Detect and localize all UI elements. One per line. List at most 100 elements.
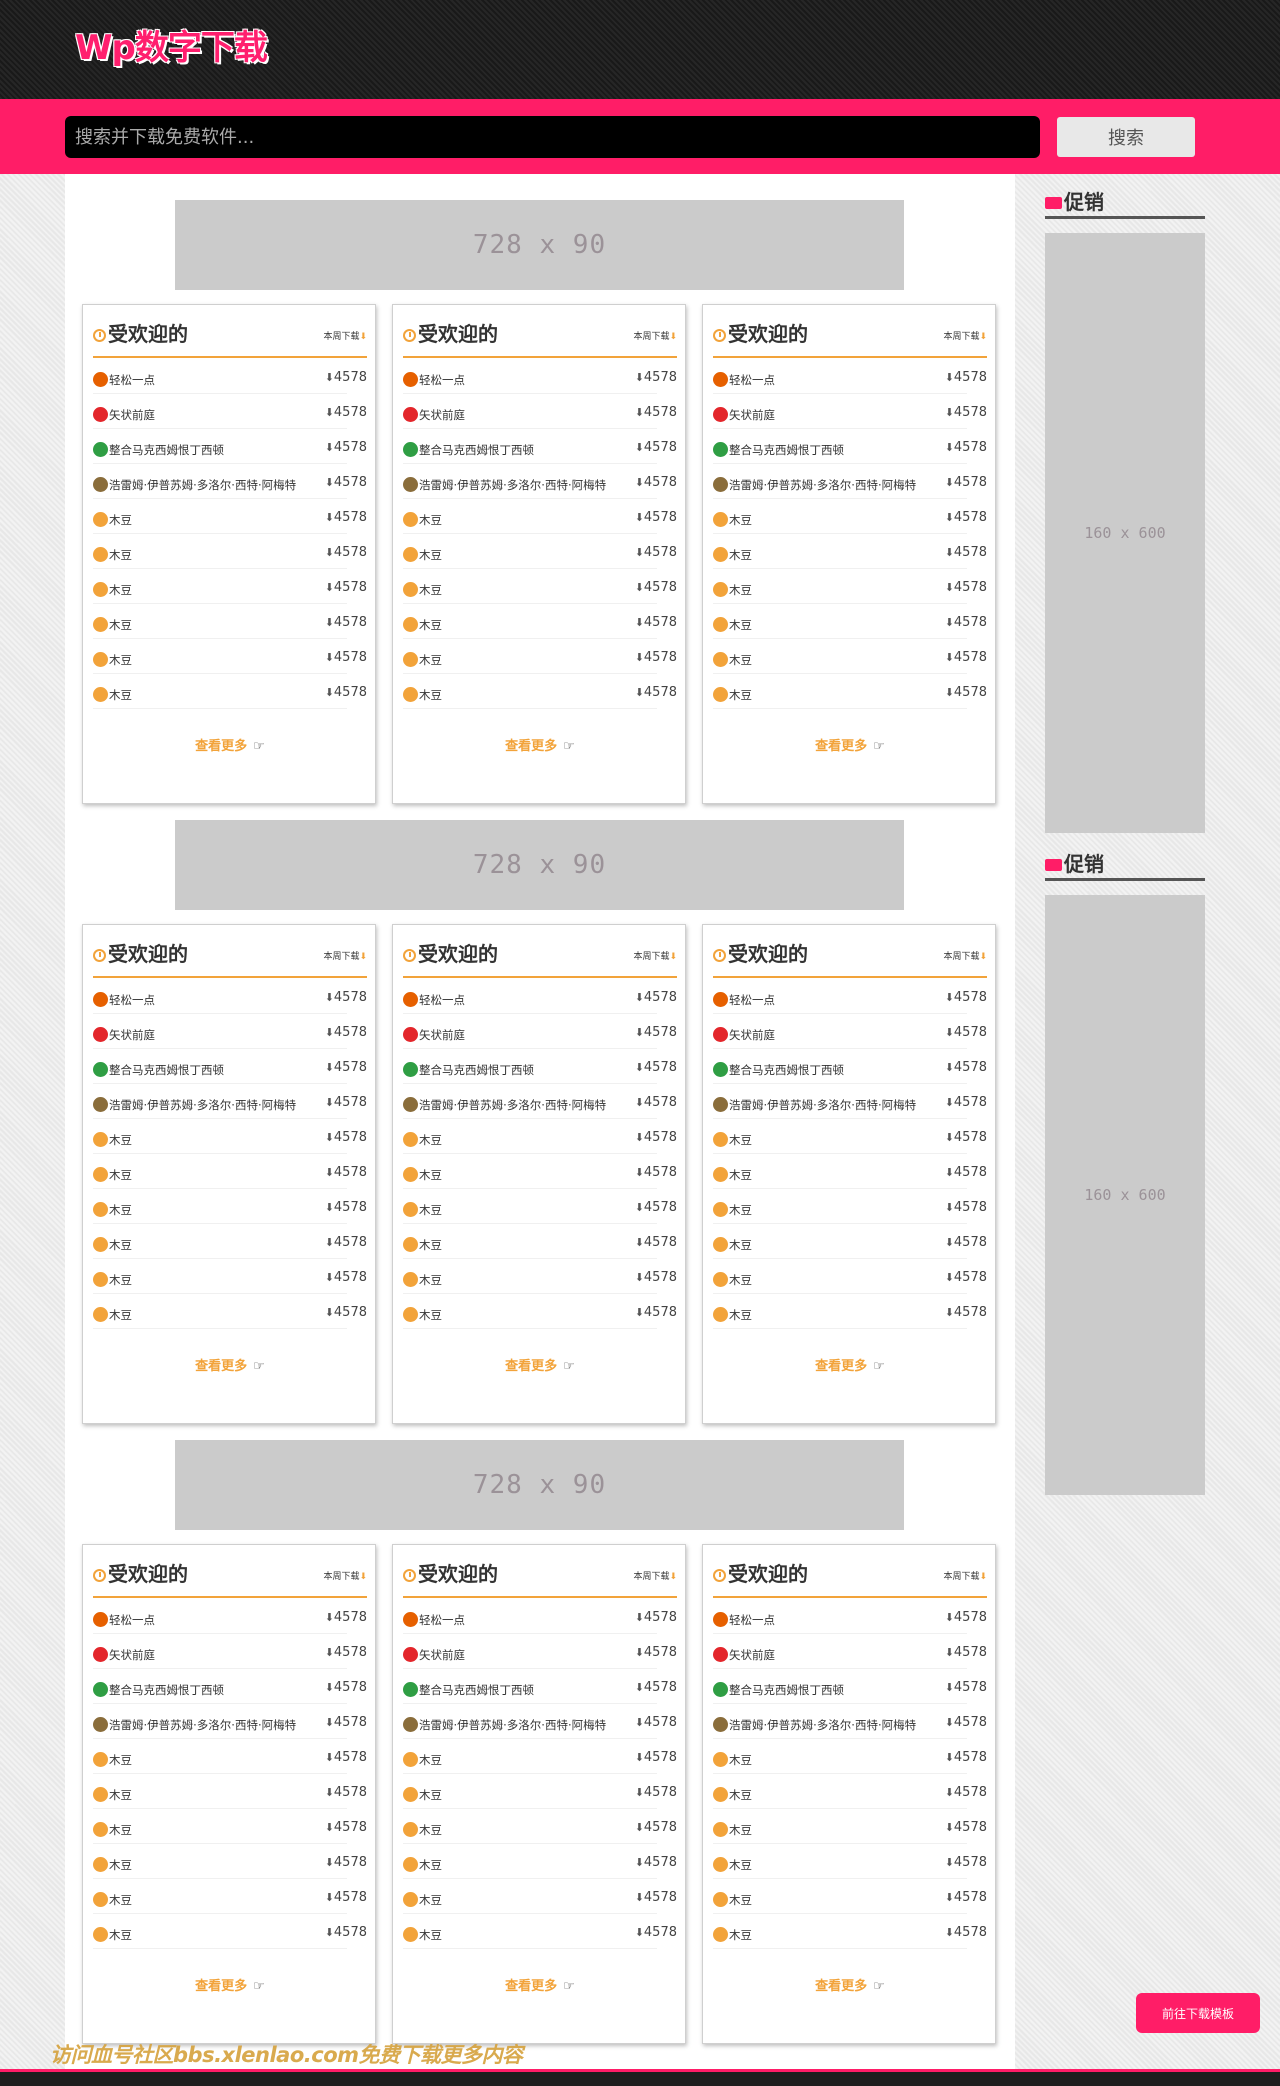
list-item[interactable]: 木豆 ⬇4578 bbox=[403, 1844, 677, 1879]
list-item[interactable]: 木豆 ⬇4578 bbox=[713, 1739, 987, 1774]
list-item[interactable]: 木豆 ⬇4578 bbox=[93, 1914, 367, 1949]
list-item[interactable]: 轻松一点 ⬇4578 bbox=[713, 359, 987, 394]
list-item[interactable]: 轻松一点 ⬇4578 bbox=[93, 359, 367, 394]
list-item[interactable]: 浩雷姆·伊普苏姆·多洛尔·西特·阿梅特 ⬇4578 bbox=[403, 1084, 677, 1119]
list-item[interactable]: 轻松一点 ⬇4578 bbox=[403, 979, 677, 1014]
list-item[interactable]: 浩雷姆·伊普苏姆·多洛尔·西特·阿梅特 ⬇4578 bbox=[403, 1704, 677, 1739]
view-more-link[interactable]: 查看更多 ☞ bbox=[393, 1355, 687, 1374]
list-item[interactable]: 浩雷姆·伊普苏姆·多洛尔·西特·阿梅特 ⬇4578 bbox=[93, 1704, 367, 1739]
list-item[interactable]: 木豆 ⬇4578 bbox=[93, 604, 367, 639]
goto-download-template-button[interactable]: 前往下载模板 bbox=[1136, 1993, 1260, 2033]
list-item[interactable]: 木豆 ⬇4578 bbox=[403, 499, 677, 534]
list-item[interactable]: 浩雷姆·伊普苏姆·多洛尔·西特·阿梅特 ⬇4578 bbox=[93, 1084, 367, 1119]
banner-ad-slot[interactable]: 728 x 90 bbox=[175, 200, 904, 290]
list-item[interactable]: 木豆 ⬇4578 bbox=[713, 1259, 987, 1294]
list-item[interactable]: 木豆 ⬇4578 bbox=[403, 569, 677, 604]
list-item[interactable]: 矢状前庭 ⬇4578 bbox=[93, 1014, 367, 1049]
list-item[interactable]: 木豆 ⬇4578 bbox=[713, 1154, 987, 1189]
search-button[interactable]: 搜索 bbox=[1057, 117, 1195, 157]
list-item[interactable]: 浩雷姆·伊普苏姆·多洛尔·西特·阿梅特 ⬇4578 bbox=[713, 1704, 987, 1739]
list-item[interactable]: 木豆 ⬇4578 bbox=[713, 1774, 987, 1809]
list-item[interactable]: 木豆 ⬇4578 bbox=[713, 1224, 987, 1259]
list-item[interactable]: 木豆 ⬇4578 bbox=[403, 674, 677, 709]
list-item[interactable]: 整合马克西姆恨丁西顿 ⬇4578 bbox=[93, 1669, 367, 1704]
view-more-link[interactable]: 查看更多 ☞ bbox=[393, 1975, 687, 1994]
list-item[interactable]: 木豆 ⬇4578 bbox=[713, 1844, 987, 1879]
list-item[interactable]: 轻松一点 ⬇4578 bbox=[93, 1599, 367, 1634]
list-item[interactable]: 木豆 ⬇4578 bbox=[93, 1294, 367, 1329]
list-item[interactable]: 木豆 ⬇4578 bbox=[713, 1879, 987, 1914]
side-ad-slot[interactable]: 160 x 600 bbox=[1045, 233, 1205, 833]
list-item[interactable]: 矢状前庭 ⬇4578 bbox=[403, 394, 677, 429]
list-item[interactable]: 木豆 ⬇4578 bbox=[403, 1224, 677, 1259]
list-item[interactable]: 木豆 ⬇4578 bbox=[93, 1119, 367, 1154]
list-item[interactable]: 木豆 ⬇4578 bbox=[403, 1119, 677, 1154]
list-item[interactable]: 浩雷姆·伊普苏姆·多洛尔·西特·阿梅特 ⬇4578 bbox=[713, 1084, 987, 1119]
list-item[interactable]: 木豆 ⬇4578 bbox=[403, 639, 677, 674]
list-item[interactable]: 木豆 ⬇4578 bbox=[713, 1119, 987, 1154]
list-item[interactable]: 木豆 ⬇4578 bbox=[713, 604, 987, 639]
list-item[interactable]: 木豆 ⬇4578 bbox=[713, 639, 987, 674]
list-item[interactable]: 木豆 ⬇4578 bbox=[93, 1224, 367, 1259]
list-item[interactable]: 轻松一点 ⬇4578 bbox=[713, 1599, 987, 1634]
list-item[interactable]: 轻松一点 ⬇4578 bbox=[713, 979, 987, 1014]
list-item[interactable]: 木豆 ⬇4578 bbox=[93, 1844, 367, 1879]
list-item[interactable]: 矢状前庭 ⬇4578 bbox=[93, 1634, 367, 1669]
list-item[interactable]: 整合马克西姆恨丁西顿 ⬇4578 bbox=[93, 429, 367, 464]
list-item[interactable]: 矢状前庭 ⬇4578 bbox=[403, 1634, 677, 1669]
list-item[interactable]: 整合马克西姆恨丁西顿 ⬇4578 bbox=[713, 429, 987, 464]
list-item[interactable]: 轻松一点 ⬇4578 bbox=[403, 359, 677, 394]
list-item[interactable]: 木豆 ⬇4578 bbox=[93, 1774, 367, 1809]
list-item[interactable]: 木豆 ⬇4578 bbox=[403, 1259, 677, 1294]
list-item[interactable]: 整合马克西姆恨丁西顿 ⬇4578 bbox=[403, 429, 677, 464]
list-item[interactable]: 整合马克西姆恨丁西顿 ⬇4578 bbox=[93, 1049, 367, 1084]
list-item[interactable]: 木豆 ⬇4578 bbox=[93, 1189, 367, 1224]
list-item[interactable]: 浩雷姆·伊普苏姆·多洛尔·西特·阿梅特 ⬇4578 bbox=[713, 464, 987, 499]
list-item[interactable]: 浩雷姆·伊普苏姆·多洛尔·西特·阿梅特 ⬇4578 bbox=[93, 464, 367, 499]
list-item[interactable]: 整合马克西姆恨丁西顿 ⬇4578 bbox=[403, 1049, 677, 1084]
list-item[interactable]: 矢状前庭 ⬇4578 bbox=[93, 394, 367, 429]
list-item[interactable]: 木豆 ⬇4578 bbox=[713, 534, 987, 569]
list-item[interactable]: 木豆 ⬇4578 bbox=[713, 1294, 987, 1329]
list-item[interactable]: 木豆 ⬇4578 bbox=[93, 534, 367, 569]
list-item[interactable]: 轻松一点 ⬇4578 bbox=[403, 1599, 677, 1634]
list-item[interactable]: 木豆 ⬇4578 bbox=[403, 1189, 677, 1224]
list-item[interactable]: 木豆 ⬇4578 bbox=[403, 1879, 677, 1914]
list-item[interactable]: 矢状前庭 ⬇4578 bbox=[713, 394, 987, 429]
list-item[interactable]: 轻松一点 ⬇4578 bbox=[93, 979, 367, 1014]
list-item[interactable]: 木豆 ⬇4578 bbox=[713, 569, 987, 604]
list-item[interactable]: 木豆 ⬇4578 bbox=[93, 1259, 367, 1294]
list-item[interactable]: 木豆 ⬇4578 bbox=[403, 1294, 677, 1329]
view-more-link[interactable]: 查看更多 ☞ bbox=[83, 1975, 377, 1994]
list-item[interactable]: 木豆 ⬇4578 bbox=[713, 1914, 987, 1949]
view-more-link[interactable]: 查看更多 ☞ bbox=[83, 735, 377, 754]
list-item[interactable]: 木豆 ⬇4578 bbox=[93, 1739, 367, 1774]
list-item[interactable]: 木豆 ⬇4578 bbox=[93, 1879, 367, 1914]
view-more-link[interactable]: 查看更多 ☞ bbox=[83, 1355, 377, 1374]
list-item[interactable]: 整合马克西姆恨丁西顿 ⬇4578 bbox=[713, 1669, 987, 1704]
list-item[interactable]: 矢状前庭 ⬇4578 bbox=[713, 1014, 987, 1049]
search-input[interactable] bbox=[65, 116, 1040, 158]
view-more-link[interactable]: 查看更多 ☞ bbox=[703, 1975, 997, 1994]
list-item[interactable]: 木豆 ⬇4578 bbox=[403, 1914, 677, 1949]
list-item[interactable]: 木豆 ⬇4578 bbox=[403, 534, 677, 569]
view-more-link[interactable]: 查看更多 ☞ bbox=[393, 735, 687, 754]
list-item[interactable]: 木豆 ⬇4578 bbox=[713, 499, 987, 534]
list-item[interactable]: 木豆 ⬇4578 bbox=[403, 1774, 677, 1809]
banner-ad-slot[interactable]: 728 x 90 bbox=[175, 820, 904, 910]
list-item[interactable]: 矢状前庭 ⬇4578 bbox=[713, 1634, 987, 1669]
side-ad-slot[interactable]: 160 x 600 bbox=[1045, 895, 1205, 1495]
list-item[interactable]: 矢状前庭 ⬇4578 bbox=[403, 1014, 677, 1049]
list-item[interactable]: 木豆 ⬇4578 bbox=[93, 1154, 367, 1189]
list-item[interactable]: 木豆 ⬇4578 bbox=[93, 639, 367, 674]
list-item[interactable]: 整合马克西姆恨丁西顿 ⬇4578 bbox=[403, 1669, 677, 1704]
list-item[interactable]: 木豆 ⬇4578 bbox=[93, 1809, 367, 1844]
list-item[interactable]: 木豆 ⬇4578 bbox=[403, 1809, 677, 1844]
list-item[interactable]: 木豆 ⬇4578 bbox=[713, 1189, 987, 1224]
list-item[interactable]: 浩雷姆·伊普苏姆·多洛尔·西特·阿梅特 ⬇4578 bbox=[403, 464, 677, 499]
list-item[interactable]: 木豆 ⬇4578 bbox=[93, 569, 367, 604]
list-item[interactable]: 木豆 ⬇4578 bbox=[713, 674, 987, 709]
list-item[interactable]: 木豆 ⬇4578 bbox=[403, 1154, 677, 1189]
banner-ad-slot[interactable]: 728 x 90 bbox=[175, 1440, 904, 1530]
list-item[interactable]: 木豆 ⬇4578 bbox=[403, 1739, 677, 1774]
